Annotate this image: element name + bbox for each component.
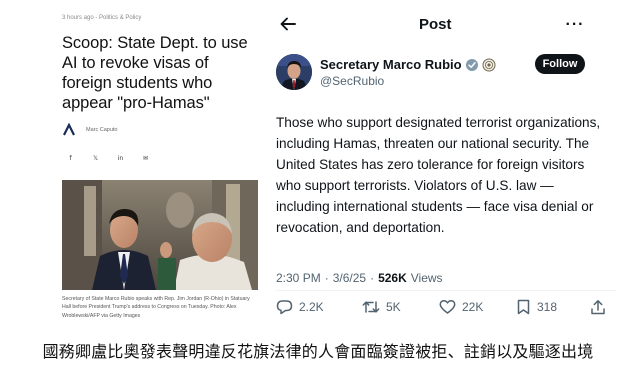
bottom-caption: 國務卿盧比奧發表聲明違反花旗法律的人會面臨簽證被拒、註銷以及驅逐出境 [42,342,594,361]
page-title: Post [419,16,452,33]
article-byline: Marc Caputo [62,123,118,137]
share-buttons: f 𝕏 in ✉ [62,152,154,165]
heart-icon [439,299,456,314]
article-meta: 3 hours ago - Politics & Policy [62,15,142,21]
follow-button[interactable]: Follow [535,54,585,74]
x-icon[interactable]: 𝕏 [87,152,104,165]
repost-button[interactable]: 5K [362,297,401,317]
share-button[interactable] [590,297,606,317]
reply-button[interactable]: 2.2K [276,297,324,317]
divider [276,290,616,291]
government-seal-icon [482,58,496,71]
post-text: Those who support designated terrorist o… [276,115,601,235]
share-icon [591,300,605,315]
like-count: 22K [462,300,484,314]
post-metadata: 2:30 PM · 3/6/25 · 526K Views [276,271,443,285]
display-name[interactable]: Secretary Marco Rubio [320,57,462,72]
photo-caption: Secretary of State Marco Rubio speaks wi… [62,296,250,319]
linkedin-icon[interactable]: in [112,152,129,165]
post-date[interactable]: 3/6/25 [333,271,366,285]
bookmark-button[interactable]: 318 [516,297,557,317]
reply-icon [276,300,293,315]
avatar[interactable] [276,54,312,90]
meta-separator: · [370,271,375,285]
post-header: Post ··· [262,0,636,50]
like-button[interactable]: 22K [439,297,483,317]
facebook-icon[interactable]: f [62,152,79,165]
social-post: Post ··· Secretary Marco Rubio @SecRubio… [262,0,636,336]
bookmark-count: 318 [537,300,558,314]
views-label: Views [410,271,443,285]
news-article: 3 hours ago - Politics & Policy Scoop: S… [0,0,262,336]
repost-icon [362,301,380,313]
post-actions: 2.2K 5K 22K 318 [276,297,611,317]
verified-badge-icon [465,58,478,71]
back-arrow-icon[interactable] [278,14,298,34]
repost-count: 5K [386,300,401,314]
meta-separator: · [324,271,329,285]
axios-logo-icon [63,123,75,136]
bookmark-icon [517,299,530,315]
more-options-button[interactable]: ··· [564,15,586,35]
user-handle[interactable]: @SecRubio [320,74,384,88]
article-photo [62,180,258,290]
email-icon[interactable]: ✉ [137,152,154,165]
views-count: 526K [378,271,407,285]
author-name-row: Secretary Marco Rubio [320,57,496,72]
author-name[interactable]: Marc Caputo [86,127,118,133]
reply-count: 2.2K [299,300,324,314]
post-time[interactable]: 2:30 PM [276,271,321,285]
article-headline[interactable]: Scoop: State Dept. to use AI to revoke v… [62,33,258,113]
